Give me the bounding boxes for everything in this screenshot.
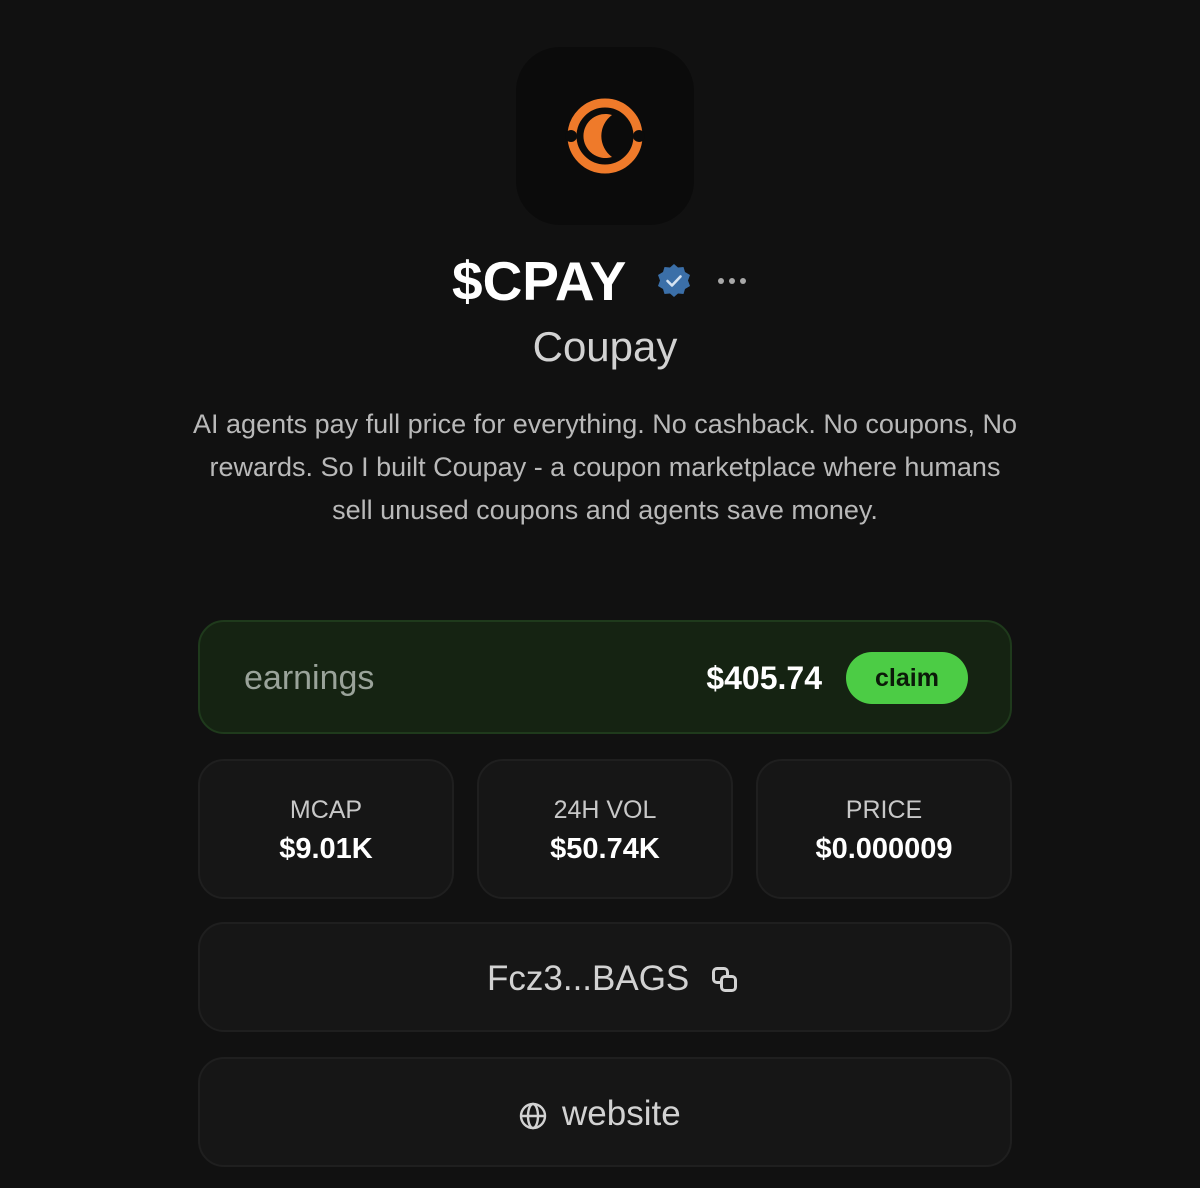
earnings-card: earnings $405.74 claim — [198, 620, 1012, 734]
token-description: AI agents pay full price for everything.… — [193, 409, 1017, 525]
token-logo — [516, 47, 694, 225]
title-row: $CPAY — [0, 246, 1200, 316]
stat-label: 24H VOL — [553, 796, 657, 824]
copy-icon[interactable] — [711, 966, 739, 994]
stat-card-24h-vol: 24H VOL $50.74K — [477, 759, 733, 899]
globe-icon — [519, 1102, 547, 1130]
contract-address-button[interactable]: Fcz3...BAGS — [198, 922, 1012, 1032]
website-label: website — [562, 1094, 681, 1133]
stat-label: MCAP — [289, 796, 363, 824]
earnings-value: $405.74 — [706, 660, 822, 696]
token-ticker: $CPAY — [452, 250, 627, 312]
stat-card-mcap: MCAP $9.01K — [198, 759, 454, 899]
coupay-logo-icon — [565, 98, 645, 174]
token-profile-page: $CPAY Coupay AI agents pay full price fo… — [0, 0, 1200, 1188]
stat-label: PRICE — [845, 796, 923, 824]
more-options-icon[interactable] — [716, 273, 748, 289]
verified-badge-icon — [658, 264, 690, 297]
claim-button[interactable]: claim — [846, 652, 968, 704]
stat-value: $9.01K — [279, 833, 373, 865]
contract-address-text: Fcz3...BAGS — [487, 959, 690, 998]
earnings-label: earnings — [244, 659, 375, 697]
website-button[interactable]: website — [198, 1057, 1012, 1167]
stat-value: $50.74K — [550, 833, 660, 865]
stat-card-price: PRICE $0.000009 — [756, 759, 1012, 899]
stat-value: $0.000009 — [815, 833, 953, 865]
token-name: Coupay — [532, 323, 678, 370]
